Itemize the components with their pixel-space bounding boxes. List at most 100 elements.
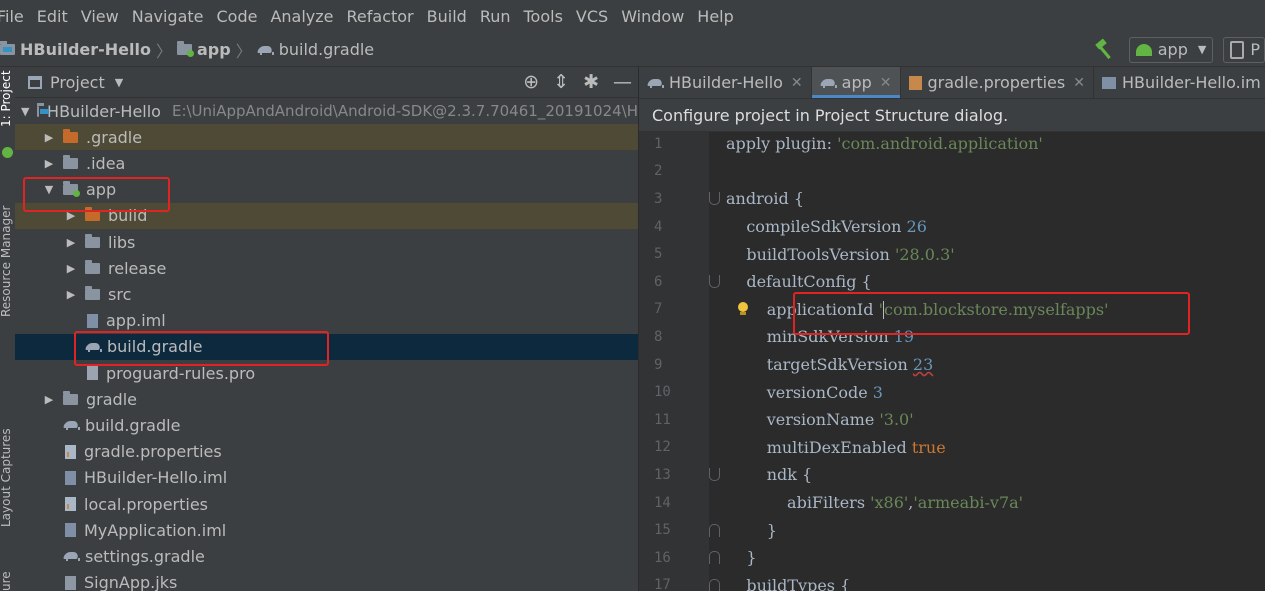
project-tool-tab[interactable]: 1: Project <box>0 70 13 127</box>
code-line: 12 multiDexEnabled true <box>639 434 1265 462</box>
tree-item[interactable]: ▶ .gradle <box>15 124 638 151</box>
tree-item-label: HBuilder-Hello.iml <box>84 468 228 488</box>
tree-item[interactable]: ▶SignApp.jks <box>15 570 638 591</box>
fold-marker-icon[interactable] <box>709 551 720 565</box>
editor-tab[interactable]: gradle.properties ✕ <box>901 67 1094 98</box>
code-line: 11 versionName '3.0' <box>639 406 1265 434</box>
navigation-bar: HBuilder-Hello 〉 app 〉 build.gradle app … <box>0 33 1265 67</box>
expanded-arrow-icon[interactable]: ▼ <box>21 105 29 118</box>
iml-file-icon <box>65 523 76 538</box>
tree-item[interactable]: ▶gradle.properties <box>15 439 638 465</box>
tree-item[interactable]: ▶ libs <box>15 229 638 255</box>
project-panel-header: Project ▼ ⊕ ⇕ ✱ — <box>15 67 638 98</box>
module-icon <box>37 102 50 117</box>
tree-item[interactable]: ▶ gradle <box>15 386 638 412</box>
tree-item[interactable]: ▶settings.gradle <box>15 543 638 569</box>
editor-tab[interactable]: HBuilder-Hello ✕ <box>639 67 812 98</box>
menu-item-refactor[interactable]: Refactor <box>347 7 414 26</box>
tree-item[interactable]: ▶app.iml <box>15 308 638 334</box>
code-token: targetSdkVersion <box>726 355 913 375</box>
editor-tab[interactable]: HBuilder-Hello.im <box>1094 67 1265 98</box>
resource-manager-tool-tab[interactable]: Resource Manager <box>0 206 13 317</box>
tree-item[interactable]: ▶ .idea <box>15 150 638 176</box>
menu-item-analyze[interactable]: Analyze <box>270 7 333 26</box>
tree-item[interactable]: ▶HBuilder-Hello.iml <box>15 465 638 491</box>
run-configuration-select[interactable]: app ▼ <box>1128 36 1214 63</box>
code-token: apply plugin: <box>726 134 838 154</box>
fold-marker-icon[interactable] <box>709 578 720 591</box>
code-token: buildToolsVersion <box>726 244 895 264</box>
code-token: 'x86' <box>870 493 909 513</box>
gradle-icon <box>63 550 80 562</box>
breadcrumb-project[interactable]: HBuilder-Hello <box>0 40 151 59</box>
menu-item-help[interactable]: Help <box>697 7 733 26</box>
lightbulb-icon[interactable] <box>737 302 749 316</box>
close-icon[interactable]: ✕ <box>1073 75 1085 91</box>
iml-file-icon <box>1101 76 1116 89</box>
layout-captures-tool-tab[interactable]: Layout Captures <box>0 428 13 527</box>
menu-item-edit[interactable]: Edit <box>37 7 68 26</box>
menu-item-build[interactable]: Build <box>427 7 467 26</box>
menu-item-vcs[interactable]: VCS <box>576 7 608 26</box>
line-number: 9 <box>654 356 663 373</box>
breadcrumb-project-label: HBuilder-Hello <box>20 40 151 59</box>
editor-tab-label: HBuilder-Hello.im <box>1121 73 1261 92</box>
code-token: versionName <box>726 410 880 430</box>
tree-item-label: MyApplication.iml <box>84 520 227 540</box>
menu-item-code[interactable]: Code <box>217 7 258 26</box>
fold-marker-icon[interactable] <box>709 275 720 289</box>
breadcrumb-file[interactable]: build.gradle <box>257 40 374 59</box>
menu-item-file[interactable]: File <box>0 7 24 26</box>
close-icon[interactable]: ✕ <box>880 75 892 91</box>
run-configuration-label: app <box>1157 40 1188 59</box>
code-text: buildTypes { <box>726 576 850 591</box>
highlight-box-app <box>23 177 170 212</box>
fold-marker-icon[interactable] <box>709 523 720 537</box>
tree-item[interactable]: ▶build.gradle <box>15 412 638 438</box>
line-number: 6 <box>654 273 663 290</box>
tree-item-label: src <box>108 284 132 304</box>
collapsed-arrow-icon[interactable]: ▶ <box>43 393 55 406</box>
collapsed-arrow-icon[interactable]: ▶ <box>65 262 77 275</box>
editor-tab-label: gradle.properties <box>927 73 1066 92</box>
code-token: abiFilters <box>726 493 871 513</box>
locate-file-icon[interactable]: ⊕ <box>523 72 539 92</box>
gear-icon[interactable]: ✱ <box>583 72 599 92</box>
close-icon[interactable]: ✕ <box>791 75 803 91</box>
menu-item-navigate[interactable]: Navigate <box>132 7 204 26</box>
folder-icon <box>85 233 100 248</box>
build-hammer-icon[interactable] <box>1093 39 1115 61</box>
code-text: targetSdkVersion 23 <box>726 355 934 375</box>
tree-item[interactable]: ▶ src <box>15 281 638 307</box>
collapsed-arrow-icon[interactable]: ▶ <box>43 131 55 144</box>
tree-item[interactable]: ▶local.properties <box>15 491 638 517</box>
menu-item-run[interactable]: Run <box>480 7 511 26</box>
menu-item-tools[interactable]: Tools <box>524 7 563 26</box>
code-text: compileSdkVersion 26 <box>726 217 927 236</box>
code-text: versionName '3.0' <box>726 410 914 429</box>
collapsed-arrow-icon[interactable]: ▶ <box>43 157 55 170</box>
line-number: 14 <box>654 494 671 511</box>
folder-icon <box>63 390 78 405</box>
android-tool-icon[interactable] <box>2 147 13 158</box>
tree-item[interactable]: ▶MyApplication.iml <box>15 517 638 543</box>
editor-tab[interactable]: app ✕ <box>811 67 901 98</box>
device-select[interactable]: P <box>1223 36 1265 63</box>
code-text: abiFilters 'x86','armeabi-v7a' <box>726 493 1023 512</box>
collapsed-arrow-icon[interactable]: ▶ <box>65 236 77 249</box>
fold-marker-icon[interactable] <box>709 192 720 206</box>
menu-item-window[interactable]: Window <box>621 7 684 26</box>
project-view-select[interactable]: Project ▼ <box>28 73 123 92</box>
collapse-all-icon[interactable]: ⇕ <box>553 72 569 92</box>
tree-item[interactable]: ▼ HBuilder-Hello E:\UniAppAndAndroid\Andro… <box>15 98 638 124</box>
structure-tool-tab[interactable]: ure <box>0 571 13 591</box>
tree-item-label: proguard-rules.pro <box>106 363 256 383</box>
fold-marker-icon[interactable] <box>709 468 720 482</box>
breadcrumb-module[interactable]: app <box>177 40 231 59</box>
minimize-icon[interactable]: — <box>613 72 632 92</box>
tree-item[interactable]: ▶ release <box>15 255 638 281</box>
line-number: 1 <box>654 135 663 152</box>
collapsed-arrow-icon[interactable]: ▶ <box>65 288 77 301</box>
menu-item-view[interactable]: View <box>81 7 119 26</box>
editor-tab-label: app <box>841 73 872 92</box>
